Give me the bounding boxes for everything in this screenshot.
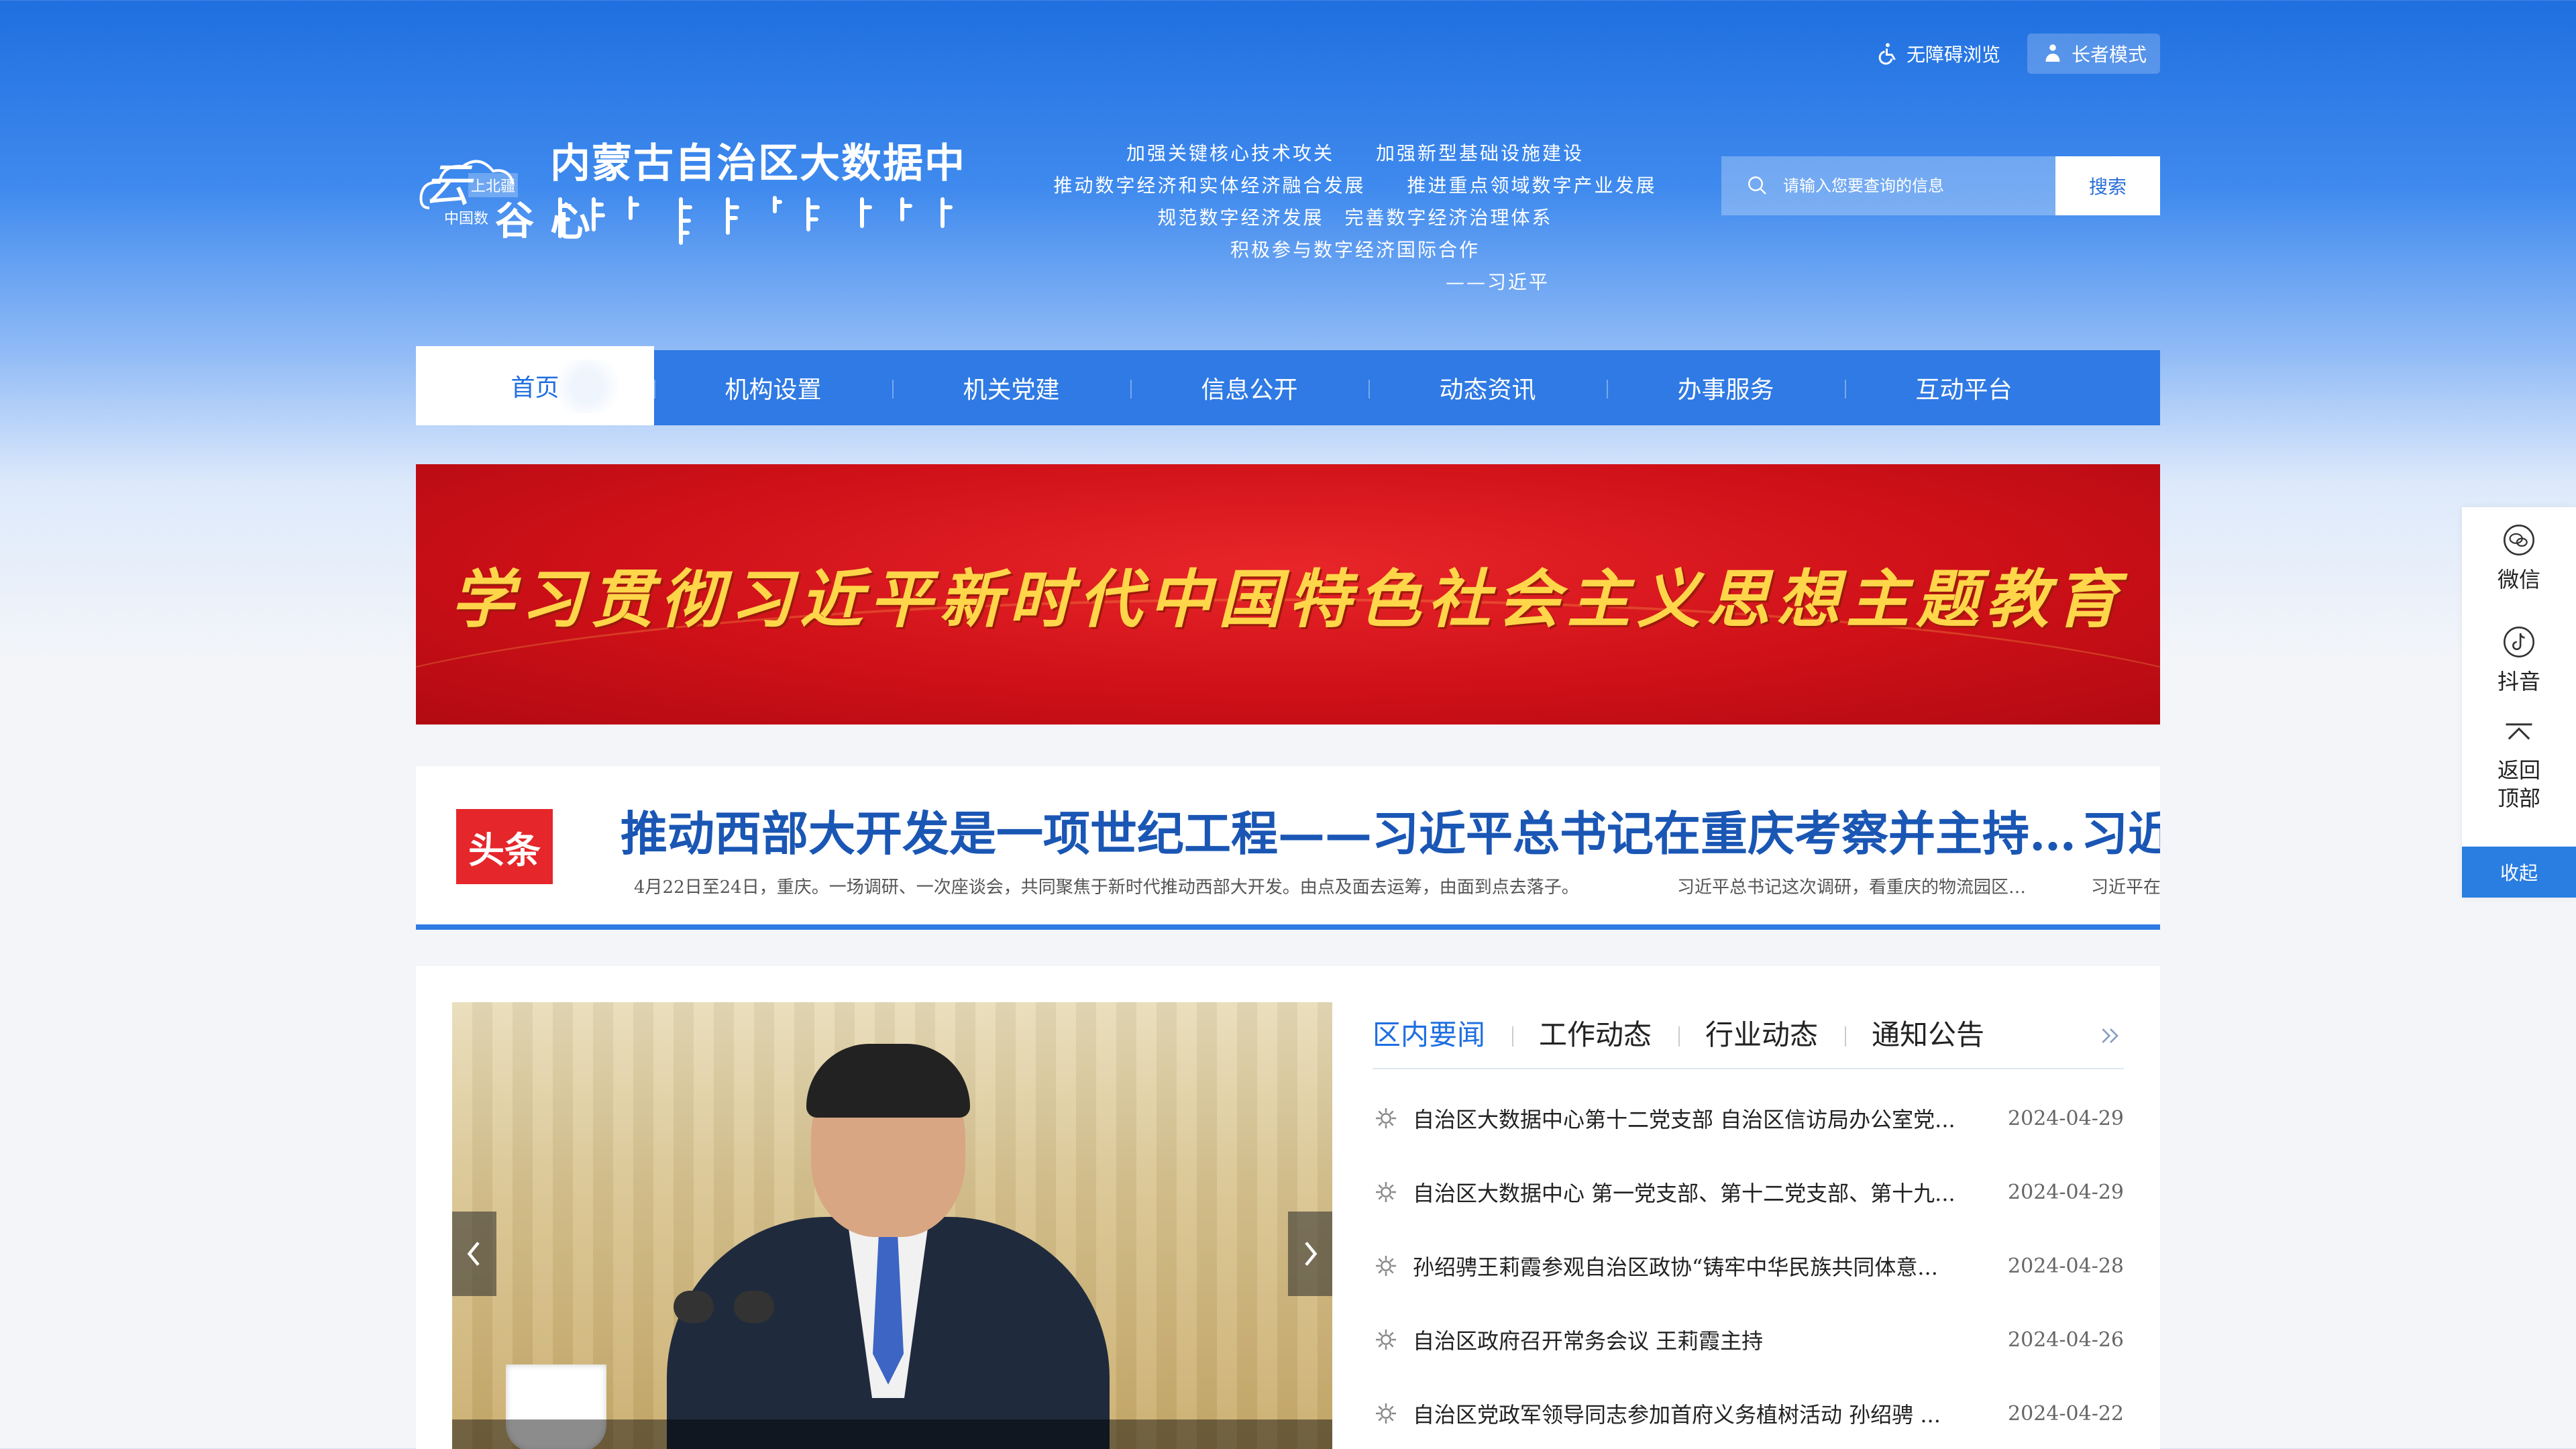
douyin-button[interactable]: 抖音 [2462, 609, 2576, 711]
theme-education-banner[interactable]: 学习贯彻习近平新时代中国特色社会主义思想主题教育 [416, 464, 2160, 724]
news-title: 自治区大数据中心第十二党支部 自治区信访局办公室党... [1413, 1107, 1955, 1132]
logo-yun-glyph: 云 [424, 158, 471, 213]
news-date: 2024-04-29 [2008, 1106, 2124, 1130]
wechat-label: 微信 [2497, 567, 2540, 592]
news-date: 2024-04-26 [2008, 1328, 2124, 1352]
news-title: 自治区大数据中心 第一党支部、第十二党支部、第十九... [1413, 1181, 1955, 1206]
nav-item-services[interactable]: 办事服务 [1607, 350, 1845, 425]
headline-title-next[interactable]: 习近 [2081, 796, 2160, 864]
logo-sub-text: 中国数 [444, 211, 489, 227]
wheelchair-icon [1878, 43, 1896, 65]
search-bar: 搜索 [1721, 156, 2160, 215]
wechat-button[interactable]: 微信 [2462, 507, 2576, 609]
collapse-button[interactable]: 收起 [2462, 847, 2576, 898]
news-title: 自治区政府召开常务会议 王莉霞主持 [1413, 1328, 1764, 1354]
list-item[interactable]: 自治区大数据中心第十二党支部 自治区信访局办公室党... 2024-04-29 [1373, 1081, 2124, 1155]
list-item[interactable]: 自治区政府召开常务会议 王莉霞主持 2024-04-26 [1373, 1303, 2124, 1377]
news-tabs: 区内要闻 工作动态 行业动态 通知公告 [1373, 1002, 2124, 1069]
mongolian-script-logo [558, 196, 953, 245]
headline-summary[interactable]: 4月22日至24日，重庆。一场调研、一次座谈会，共同聚焦于新时代推动西部大开发。… [634, 873, 1579, 898]
gear-bullet-icon [1376, 1108, 1396, 1128]
slogan-block: 加强关键核心技术攻关 加强新型基础设施建设 推动数字经济和实体经济融合发展 推进… [1026, 138, 1684, 299]
chevron-right-icon [1305, 1242, 1318, 1266]
news-title: 孙绍骋王莉霞参观自治区政协“铸牢中华民族共同体意... [1413, 1254, 1938, 1280]
wechat-icon [2504, 525, 2534, 555]
slogan-line: 推动数字经济和实体经济融合发展 推进重点领域数字产业发展 [1053, 174, 1657, 197]
headline-badge: 头条 [456, 809, 553, 884]
douyin-icon [2504, 627, 2534, 657]
tab-industry-updates[interactable]: 行业动态 [1678, 1017, 1845, 1053]
search-field-wrapper [1721, 156, 2055, 215]
search-input[interactable] [1783, 176, 2025, 195]
news-date: 2024-04-29 [2008, 1180, 2124, 1204]
floating-side-panel: 微信 抖音 返回顶部 收起 [2462, 507, 2576, 898]
accessible-browse-link[interactable]: 无障碍浏览 [1876, 40, 2000, 67]
photo-caption-bar [452, 1419, 1332, 1449]
nav-item-party-building[interactable]: 机关党建 [892, 350, 1130, 425]
list-item[interactable]: 孙绍骋王莉霞参观自治区政协“铸牢中华民族共同体意... 2024-04-28 [1373, 1229, 2124, 1303]
list-item[interactable]: 自治区党政军领导同志参加首府义务植树活动 孙绍骋 ... 2024-04-22 [1373, 1377, 2124, 1449]
list-item[interactable]: 自治区大数据中心 第一党支部、第十二党支部、第十九... 2024-04-29 [1373, 1155, 2124, 1229]
carousel-next-button[interactable] [1288, 1212, 1332, 1296]
more-double-chevron-icon[interactable] [2097, 1022, 2124, 1049]
elder-person-icon [2045, 44, 2060, 62]
search-button[interactable]: 搜索 [2055, 156, 2160, 215]
cloud-valley-logo-mark: 云 上北疆 中国数 谷 [416, 141, 543, 244]
headline-title[interactable]: 推动西部大开发是一项世纪工程——习近平总书记在重庆考察并主持… [621, 796, 2076, 864]
photo-microphone [674, 1291, 714, 1323]
back-to-top-label: 返回 顶部 [2498, 756, 2540, 812]
back-to-top-label-line1: 返回 [2497, 757, 2540, 783]
news-section: 区内要闻 工作动态 行业动态 通知公告 自治区大数据中心第十二党支部 自治区信访… [416, 966, 2160, 1449]
gear-bullet-icon [1376, 1256, 1396, 1276]
gear-bullet-icon [1376, 1330, 1396, 1350]
banner-text: 学习贯彻习近平新时代中国特色社会主义思想主题教育 [450, 563, 2125, 637]
main-nav: 首页 机构设置 机关党建 信息公开 动态资讯 办事服务 互动平台 [416, 346, 2160, 425]
back-to-top-button[interactable]: 返回 顶部 [2462, 711, 2576, 822]
top-utility-bar: 无障碍浏览 长者模式 [1876, 34, 2160, 74]
accessible-browse-label: 无障碍浏览 [1906, 44, 2000, 66]
slogan-line: 规范数字经济发展 完善数字经济治理体系 [1157, 207, 1553, 229]
news-title: 自治区党政军领导同志参加首府义务植树活动 孙绍骋 ... [1413, 1402, 1941, 1428]
headline-section: 头条 推动西部大开发是一项世纪工程——习近平总书记在重庆考察并主持… 习近 4月… [416, 766, 2160, 930]
headline-summary[interactable]: 习近平总书记这次调研，看重庆的物流园区… [1677, 873, 2026, 898]
nav-item-news[interactable]: 动态资讯 [1368, 350, 1607, 425]
nav-item-home[interactable]: 首页 [416, 346, 654, 425]
news-photo-carousel[interactable] [452, 1002, 1332, 1449]
slogan-author: ——习近平 [1445, 271, 1550, 293]
slogan-line: 积极参与数字经济国际合作 [1230, 239, 1480, 261]
nav-item-interaction[interactable]: 互动平台 [1845, 350, 2083, 425]
nav-item-info-disclosure[interactable]: 信息公开 [1130, 350, 1368, 425]
nav-item-organization[interactable]: 机构设置 [654, 350, 892, 425]
douyin-label: 抖音 [2497, 669, 2540, 694]
tab-notices[interactable]: 通知公告 [1845, 1017, 2011, 1053]
elder-mode-label: 长者模式 [2071, 44, 2147, 66]
news-date: 2024-04-28 [2008, 1254, 2124, 1278]
tab-work-updates[interactable]: 工作动态 [1512, 1017, 1678, 1053]
logo-gu-glyph: 谷 [495, 198, 535, 244]
news-date: 2024-04-22 [2008, 1401, 2124, 1426]
news-list: 自治区大数据中心第十二党支部 自治区信访局办公室党... 2024-04-29 … [1373, 1081, 2124, 1449]
chevron-left-icon [467, 1242, 480, 1266]
headline-summary[interactable]: 习近平在 [2091, 873, 2160, 898]
arrow-up-icon [2506, 723, 2532, 740]
elder-mode-button[interactable]: 长者模式 [2027, 34, 2160, 74]
tab-regional-news[interactable]: 区内要闻 [1373, 1017, 1512, 1053]
site-logo[interactable]: 云 上北疆 中国数 谷 内蒙古自治区大数据中心 [416, 131, 979, 246]
search-icon [1748, 176, 1766, 195]
back-to-top-label-line2: 顶部 [2497, 786, 2540, 811]
gear-bullet-icon [1376, 1182, 1396, 1202]
slogan-line: 加强关键核心技术攻关 加强新型基础设施建设 [1126, 142, 1584, 164]
gear-bullet-icon [1376, 1403, 1396, 1424]
photo-microphone [734, 1291, 774, 1323]
carousel-prev-button[interactable] [452, 1212, 496, 1296]
